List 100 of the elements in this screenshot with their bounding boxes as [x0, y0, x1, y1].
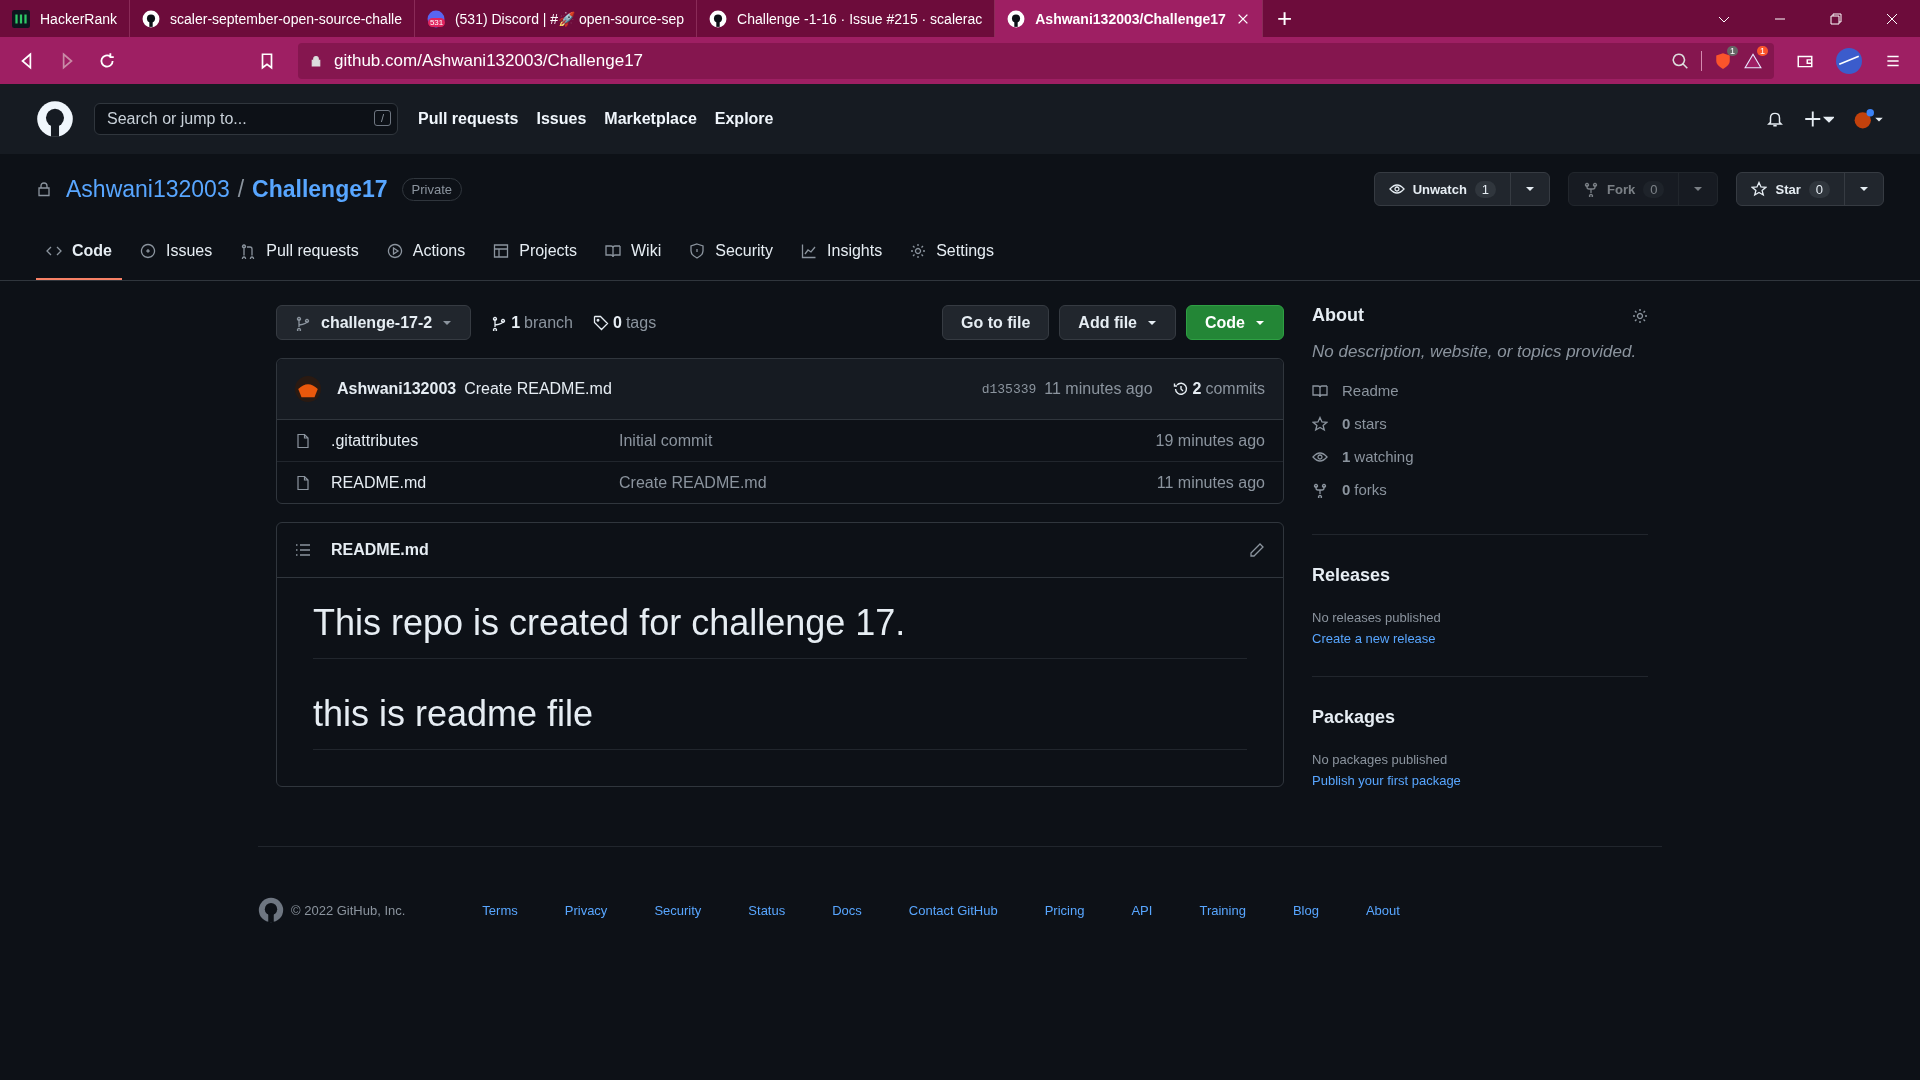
- toolbar-button[interactable]: Go to file: [942, 305, 1050, 340]
- plus-dropdown-icon[interactable]: [1804, 109, 1834, 129]
- notification-badge: 531: [427, 17, 446, 27]
- repo-tab[interactable]: Actions: [376, 224, 476, 280]
- book-icon: [1312, 382, 1328, 399]
- create-release-link[interactable]: Create a new release: [1312, 631, 1648, 646]
- copyright-text: © 2022 GitHub, Inc.: [291, 902, 406, 918]
- star-icon: [1751, 181, 1768, 197]
- alert-count-badge: 1: [1757, 45, 1768, 56]
- commit-message-link[interactable]: Create README.md: [464, 380, 612, 398]
- keyboard-shortcut-hint: /: [373, 110, 391, 126]
- tag-icon: [593, 314, 609, 331]
- caret-icon: [1693, 184, 1704, 194]
- user-avatar-icon: [295, 376, 321, 402]
- eye-icon: [1388, 181, 1405, 197]
- fork-icon: [1312, 481, 1328, 498]
- file-icon: [295, 474, 311, 491]
- commit-sha-link[interactable]: d135339: [981, 381, 1037, 397]
- toolbar-button[interactable]: Code: [1186, 305, 1284, 340]
- releases-heading: Releases: [1312, 565, 1392, 586]
- commit-time: 11 minutes ago: [1044, 380, 1153, 398]
- file-commit-time: 19 minutes ago: [1155, 431, 1265, 450]
- tags-link[interactable]: 0 tags: [593, 313, 657, 332]
- packages-note: No packages published: [1312, 752, 1449, 767]
- bell-icon[interactable]: [1766, 110, 1784, 128]
- repo-tab[interactable]: Security: [679, 224, 784, 280]
- branch-icon: [491, 314, 508, 331]
- tab-title: Ashwani132003/Challenge17: [1035, 10, 1226, 27]
- action-label: Star: [1775, 181, 1801, 197]
- footer-link[interactable]: Privacy: [564, 902, 608, 918]
- header-nav-link[interactable]: Issues: [536, 110, 587, 128]
- commits-link[interactable]: 2 commits: [1172, 380, 1265, 398]
- counter: 1: [1474, 180, 1497, 198]
- profile-avatar-icon[interactable]: [1836, 47, 1862, 74]
- book-icon: [605, 243, 621, 259]
- about-stat-link[interactable]: 0 stars: [1312, 415, 1648, 432]
- footer-link[interactable]: Security: [654, 902, 702, 918]
- repo-tab[interactable]: Settings: [900, 224, 1004, 280]
- file-commit-message-link[interactable]: Initial commit: [619, 431, 713, 450]
- star-icon: [1312, 415, 1328, 432]
- footer-link[interactable]: Training: [1199, 902, 1246, 918]
- counter: 0: [1643, 180, 1665, 198]
- toolbar-button[interactable]: Add file: [1059, 305, 1176, 340]
- reload-icon[interactable]: [98, 51, 116, 70]
- about-stat-link[interactable]: 0 forks: [1312, 481, 1648, 498]
- repo-tab[interactable]: Code: [36, 224, 122, 280]
- header-nav-link[interactable]: Marketplace: [604, 110, 697, 128]
- triangle-icon[interactable]: [1744, 51, 1762, 70]
- releases-note: No releases published: [1312, 610, 1442, 625]
- browser-tab[interactable]: Ashwani132003/Challenge17: [995, 0, 1263, 37]
- counter: 0: [1808, 180, 1830, 198]
- about-stat-link[interactable]: 1 watching: [1312, 448, 1648, 465]
- footer-link[interactable]: Blog: [1292, 902, 1319, 918]
- list-icon[interactable]: [295, 542, 311, 558]
- footer-link[interactable]: Pricing: [1044, 902, 1085, 918]
- tab-title: scaler-september-open-source-challe: [170, 10, 402, 27]
- repo-name-link[interactable]: Challenge17: [252, 175, 388, 203]
- lock-icon: [36, 181, 52, 197]
- footer-link[interactable]: Docs: [832, 902, 862, 918]
- tab-title: Challenge -1-16 · Issue #215 · scalerac: [737, 10, 983, 27]
- file-icon: [295, 432, 311, 449]
- about-stat-link[interactable]: Readme: [1312, 382, 1648, 399]
- graph-icon: [801, 243, 818, 259]
- file-name-link[interactable]: README.md: [331, 473, 619, 492]
- pencil-icon[interactable]: [1249, 542, 1265, 558]
- file-name-link[interactable]: .gitattributes: [331, 431, 619, 450]
- repo-tab[interactable]: Issues: [130, 224, 223, 280]
- header-nav-link[interactable]: Pull requests: [418, 110, 519, 128]
- about-description: No description, website, or topics provided.: [1312, 342, 1638, 362]
- commit-author-link[interactable]: Ashwani132003: [337, 380, 457, 398]
- repo-owner-link[interactable]: Ashwani132003: [66, 175, 230, 203]
- branch-selector[interactable]: challenge-17-2: [276, 305, 472, 340]
- new-tab-button[interactable]: +: [1262, 3, 1307, 34]
- play-icon: [386, 243, 403, 259]
- footer-link[interactable]: Status: [748, 902, 786, 918]
- history-icon: [1172, 381, 1189, 397]
- restore-icon[interactable]: [1828, 10, 1844, 27]
- repo-tab[interactable]: Projects: [483, 224, 587, 280]
- caret-icon: [1859, 184, 1869, 194]
- hackerrank-logo-icon: [12, 9, 30, 28]
- pr-icon: [240, 243, 257, 259]
- user-avatar-icon[interactable]: [1854, 109, 1884, 129]
- footer-link[interactable]: Terms: [482, 902, 518, 918]
- header-nav-link[interactable]: Explore: [714, 110, 774, 128]
- address-bar[interactable]: github.com/Ashwani132003/Challenge17 1 1: [298, 42, 1774, 79]
- footer-link[interactable]: API: [1131, 902, 1153, 918]
- fork-icon: [1583, 181, 1600, 197]
- file-commit-message-link[interactable]: Create README.md: [619, 473, 767, 492]
- footer-link[interactable]: Contact GitHub: [908, 902, 998, 918]
- tab-title: (531) Discord | #🚀 open-source-sep: [454, 10, 685, 27]
- repo-tab[interactable]: Wiki: [595, 224, 672, 280]
- branches-link[interactable]: 1 branch: [491, 313, 573, 332]
- path-separator: /: [237, 175, 245, 203]
- about-heading: About: [1312, 305, 1364, 326]
- zoom-icon[interactable]: [1671, 51, 1689, 70]
- repo-tab[interactable]: Pull requests: [230, 224, 369, 280]
- repo-tab[interactable]: Insights: [791, 224, 893, 280]
- publish-package-link[interactable]: Publish your first package: [1312, 773, 1648, 788]
- footer-link[interactable]: About: [1365, 902, 1400, 918]
- packages-heading: Packages: [1312, 707, 1397, 728]
